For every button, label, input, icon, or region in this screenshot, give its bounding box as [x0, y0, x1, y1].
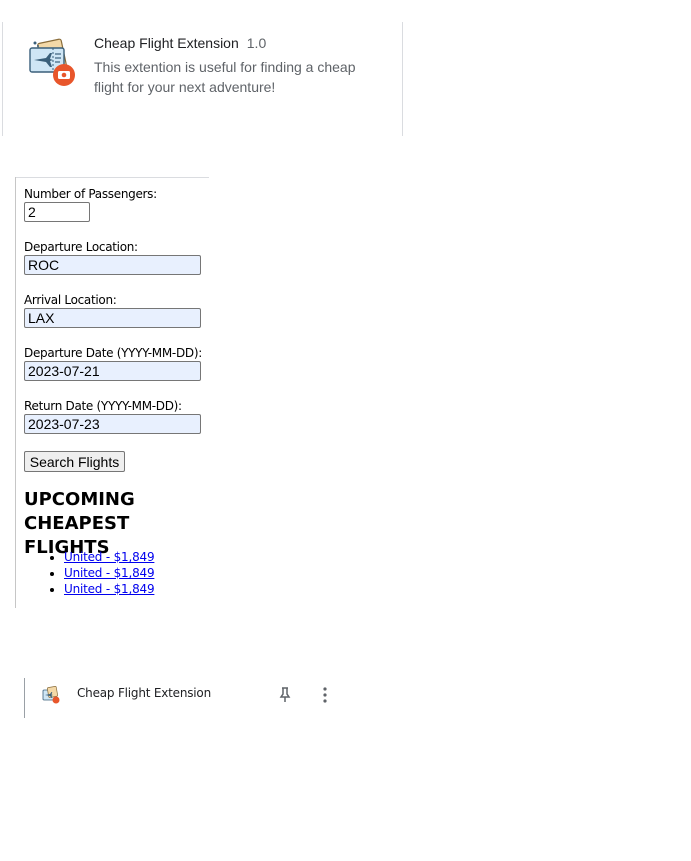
- flight-ticket-icon: [42, 686, 60, 704]
- flight-list: United - $1,849 United - $1,849 United -…: [24, 549, 155, 597]
- camera-badge-icon: [53, 64, 75, 86]
- departure-date-label: Departure Date (YYYY-MM-DD):: [24, 346, 202, 360]
- extension-description: This extention is useful for finding a c…: [94, 59, 356, 95]
- passengers-input[interactable]: [24, 202, 90, 222]
- menu-item-label: Cheap Flight Extension: [77, 686, 211, 700]
- departure-location-label: Departure Location:: [24, 240, 138, 254]
- list-item: United - $1,849: [64, 581, 155, 597]
- extension-name: Cheap Flight Extension: [94, 35, 239, 51]
- search-flights-button[interactable]: Search Flights: [24, 451, 125, 472]
- popup-top-border: [15, 177, 209, 178]
- arrival-location-label: Arrival Location:: [24, 293, 117, 307]
- popup-left-border: [15, 177, 16, 608]
- departure-date-input[interactable]: [24, 361, 201, 381]
- list-item: United - $1,849: [64, 549, 155, 565]
- extension-card: Cheap Flight Extension 1.0 This extention…: [0, 22, 404, 136]
- departure-location-input[interactable]: [24, 255, 201, 275]
- return-date-label: Return Date (YYYY-MM-DD):: [24, 399, 182, 413]
- flight-ticket-icon: [29, 38, 75, 86]
- return-date-input[interactable]: [24, 414, 201, 434]
- card-left-border: [2, 22, 3, 136]
- extension-version: 1.0: [246, 35, 267, 51]
- menu-left-border: [24, 678, 25, 718]
- flight-link[interactable]: United - $1,849: [64, 550, 155, 564]
- more-vertical-icon[interactable]: [316, 685, 334, 705]
- flight-link[interactable]: United - $1,849: [64, 566, 155, 580]
- card-right-border: [402, 22, 403, 136]
- extension-popup: Number of Passengers: Departure Location…: [15, 177, 209, 608]
- pin-icon[interactable]: [276, 685, 294, 705]
- flight-link[interactable]: United - $1,849: [64, 582, 155, 596]
- extensions-menu-item[interactable]: Cheap Flight Extension: [24, 678, 344, 718]
- passengers-label: Number of Passengers:: [24, 187, 157, 201]
- arrival-location-input[interactable]: [24, 308, 201, 328]
- list-item: United - $1,849: [64, 565, 155, 581]
- extension-title: Cheap Flight Extension 1.0: [94, 35, 266, 51]
